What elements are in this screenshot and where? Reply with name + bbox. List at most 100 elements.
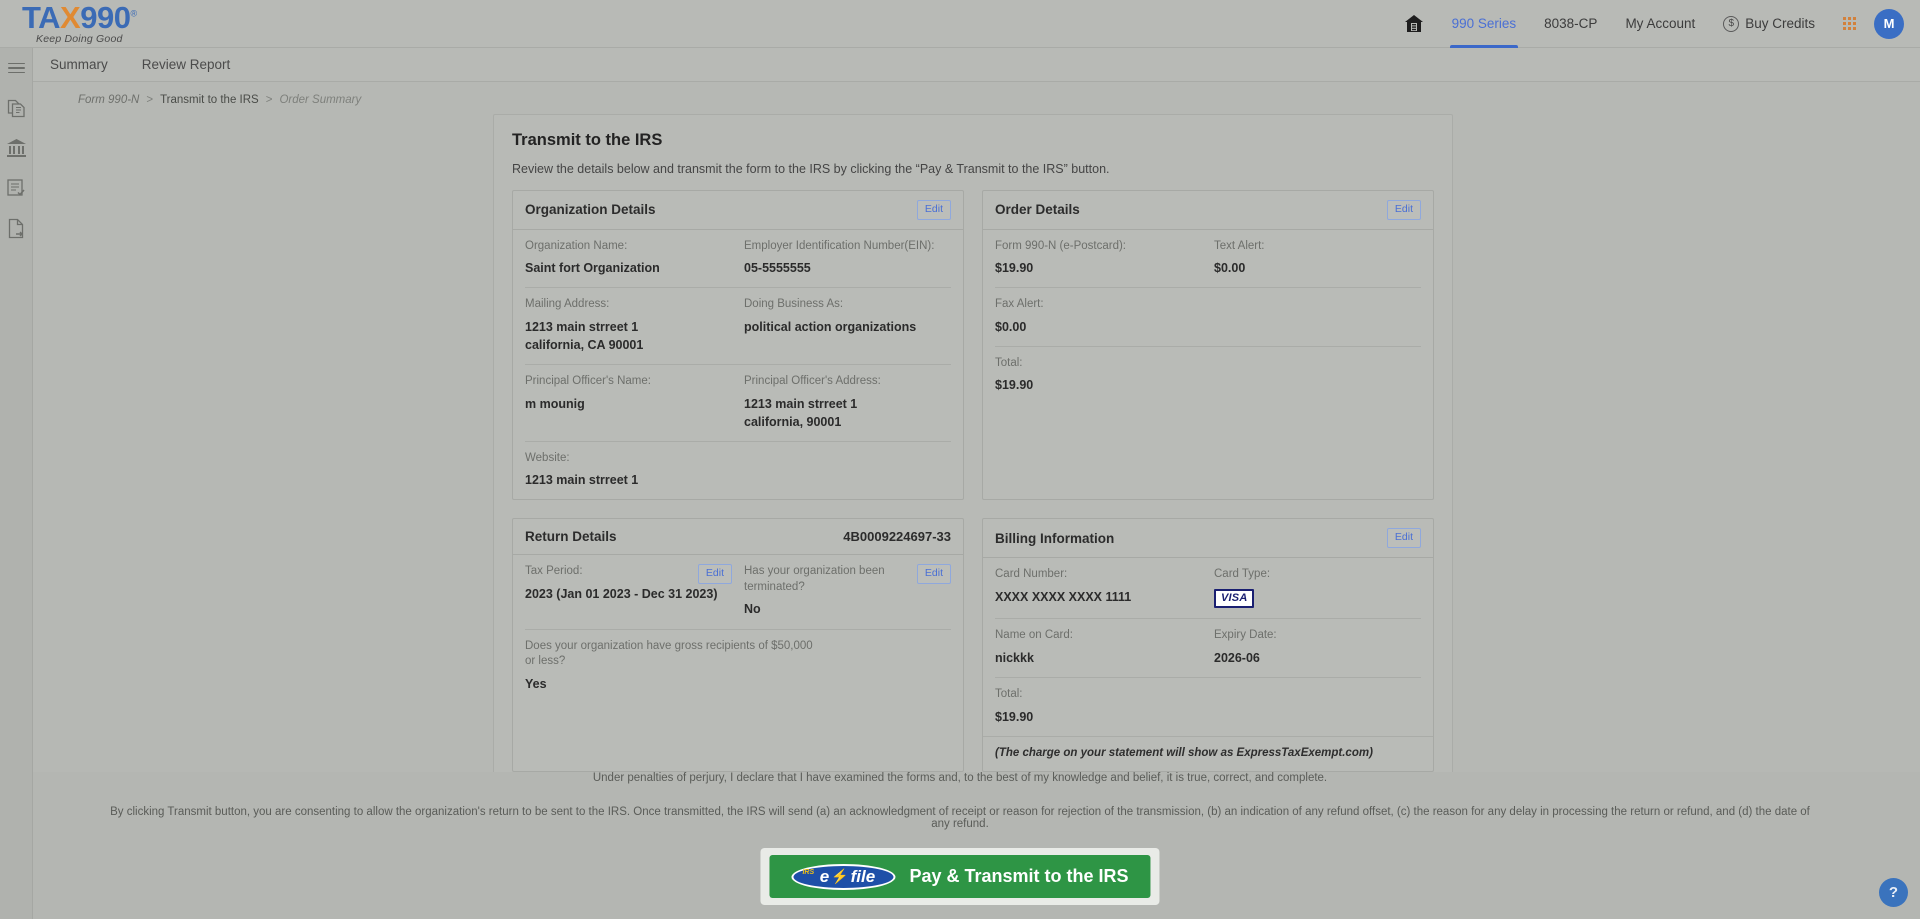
avatar[interactable]: M (1874, 8, 1904, 39)
help-button[interactable]: ? (1879, 878, 1908, 907)
grid-apps-icon[interactable] (1843, 17, 1856, 30)
nav-8038-cp[interactable]: 8038-CP (1530, 0, 1611, 48)
sidebar-item-bank[interactable] (4, 136, 28, 160)
logo-registered-mark: ® (130, 8, 137, 19)
field-gross-receipts: Does your organization have gross recipi… (525, 639, 825, 693)
card-header: Billing Information Edit (983, 519, 1433, 559)
logo-text: TAX990® (22, 2, 137, 33)
transmit-button-container: IRS e ⚡ file Pay & Transmit to the IRS (760, 848, 1160, 905)
card-title-order-details: Order Details (995, 202, 1080, 218)
brand-logo[interactable]: TAX990® Keep Doing Good (0, 2, 137, 45)
checklist-document-icon (6, 178, 26, 198)
field-label: Card Number: (995, 568, 1068, 581)
card-body: Tax Period: Edit 2023 (Jan 01 2023 - Dec… (513, 555, 963, 705)
nav-990-series-label: 990 Series (1451, 16, 1517, 31)
bank-institution-icon (6, 138, 27, 158)
field-value: $0.00 (1214, 261, 1246, 276)
breadcrumb-transmit-to-the-irs[interactable]: Transmit to the IRS (160, 94, 259, 106)
nav-buy-credits[interactable]: $ Buy Credits (1709, 0, 1829, 48)
legal-line-2: By clicking Transmit button, you are con… (110, 806, 1810, 830)
field-label: Total: (995, 356, 1023, 369)
breadcrumb-form-990n[interactable]: Form 990-N (78, 94, 139, 106)
field-label: Tax Period: (525, 565, 583, 578)
main-content: Form 990-N > Transmit to the IRS > Order… (33, 82, 1920, 772)
field-value: nickkk (995, 650, 1034, 665)
file-export-icon (7, 218, 26, 239)
sidebar-item-checklist[interactable] (4, 176, 28, 200)
field-value: Yes (525, 676, 547, 691)
field-label: Name on Card: (995, 629, 1073, 642)
field-value: Saint fort Organization (525, 261, 660, 276)
field-row: Card Number: XXXX XXXX XXXX 1111 Card Ty… (995, 558, 1421, 620)
field-label: Organization Name: (525, 239, 628, 252)
breadcrumb-separator-1: > (146, 94, 154, 106)
field-card-number: Card Number: XXXX XXXX XXXX 1111 (995, 567, 1202, 608)
field-value: $19.90 (995, 378, 1034, 393)
field-text-alert-price: Text Alert: $0.00 (1214, 239, 1421, 278)
logo-x: X (60, 0, 81, 36)
field-value: XXXX XXXX XXXX 1111 (995, 589, 1132, 604)
documents-copy-icon (7, 98, 26, 119)
card-header: Order Details Edit (983, 191, 1433, 230)
return-id: 4B0009224697-33 (843, 529, 951, 545)
sidebar-item-documents[interactable] (4, 96, 28, 120)
field-value: $19.90 (995, 709, 1034, 724)
field-label: Doing Business As: (744, 298, 844, 311)
tab-bar: Summary Review Report (0, 48, 1920, 82)
card-billing-information: Billing Information Edit Card Number: XX… (982, 518, 1434, 772)
edit-terminated-button[interactable]: Edit (916, 564, 951, 585)
field-row: Mailing Address: 1213 main strreet 1 cali… (525, 288, 951, 366)
tab-summary[interactable]: Summary (48, 53, 110, 76)
field-order-total: Total: $19.90 (995, 356, 1421, 395)
field-label: Has your organization been terminated? (744, 565, 885, 593)
pay-and-transmit-label: Pay & Transmit to the IRS (909, 866, 1129, 886)
legal-line-1: Under penalties of perjury, I declare th… (592, 772, 1328, 784)
field-principal-officer-address: Principal Officer's Address: 1213 main s… (744, 374, 951, 431)
address-line-1: 1213 main strreet 1 (744, 396, 858, 411)
field-label: Does your organization have gross recipi… (525, 639, 813, 668)
nav-my-account[interactable]: My Account (1611, 0, 1709, 48)
logo-prefix: TA (22, 0, 61, 36)
irs-efile-logo-icon: IRS e ⚡ file (791, 863, 896, 890)
edit-order-details-button[interactable]: Edit (1386, 200, 1421, 220)
card-title-organization-details: Organization Details (525, 202, 656, 218)
address-line-2: california, CA 90001 (525, 337, 644, 352)
field-row: Total: $19.90 (995, 678, 1421, 736)
sidebar-item-export[interactable] (4, 216, 28, 240)
card-title-billing-information: Billing Information (995, 530, 1115, 546)
pay-and-transmit-button[interactable]: IRS e ⚡ file Pay & Transmit to the IRS (769, 855, 1151, 898)
field-value: 1213 main strreet 1 (525, 473, 639, 488)
tab-review-report[interactable]: Review Report (140, 53, 233, 76)
edit-organization-details-button[interactable]: Edit (916, 200, 951, 220)
field-label: Principal Officer's Name: (525, 375, 651, 388)
field-label: Principal Officer's Address: (744, 375, 881, 388)
field-doing-business-as: Doing Business As: political action orga… (744, 297, 951, 354)
nav-990-series[interactable]: 990 Series (1438, 0, 1531, 48)
card-organization-details: Organization Details Edit Organization N… (512, 190, 964, 501)
field-row: Website: 1213 main strreet 1 (525, 442, 951, 500)
field-label: Employer Identification Number(EIN): (744, 239, 935, 252)
transmit-panel: Transmit to the IRS Review the details b… (493, 114, 1453, 772)
sidebar-item-menu[interactable] (4, 56, 28, 80)
field-value: 05-5555555 (744, 261, 811, 276)
app-header: TAX990® Keep Doing Good 990 Series 8038-… (0, 0, 1920, 48)
field-row: Does your organization have gross recipi… (525, 630, 951, 703)
field-expiry-date: Expiry Date: 2026-06 (1214, 628, 1421, 667)
field-label: Website: (525, 451, 570, 464)
dollar-icon: $ (1723, 15, 1740, 32)
hamburger-menu-icon (7, 62, 25, 74)
field-form-990n-price: Form 990-N (e-Postcard): $19.90 (995, 239, 1202, 278)
nav-8038-cp-label: 8038-CP (1544, 16, 1598, 31)
card-order-details: Order Details Edit Form 990-N (e-Postcar… (982, 190, 1434, 501)
field-fax-alert-price: Fax Alert: $0.00 (995, 297, 1421, 336)
field-row: Organization Name: Saint fort Organizati… (525, 230, 951, 289)
nav-home[interactable] (1390, 0, 1438, 48)
field-mailing-address: Mailing Address: 1213 main strreet 1 cali… (525, 297, 732, 354)
edit-billing-information-button[interactable]: Edit (1386, 528, 1421, 549)
edit-tax-period-button[interactable]: Edit (697, 564, 732, 585)
field-row: Tax Period: Edit 2023 (Jan 01 2023 - Dec… (525, 555, 951, 630)
field-value: 2023 (Jan 01 2023 - Dec 31 2023) (525, 586, 718, 601)
address-line-1: 1213 main strreet 1 (525, 319, 639, 334)
field-principal-officer-name: Principal Officer's Name: m mounig (525, 374, 732, 431)
page-title: Transmit to the IRS (512, 131, 663, 149)
